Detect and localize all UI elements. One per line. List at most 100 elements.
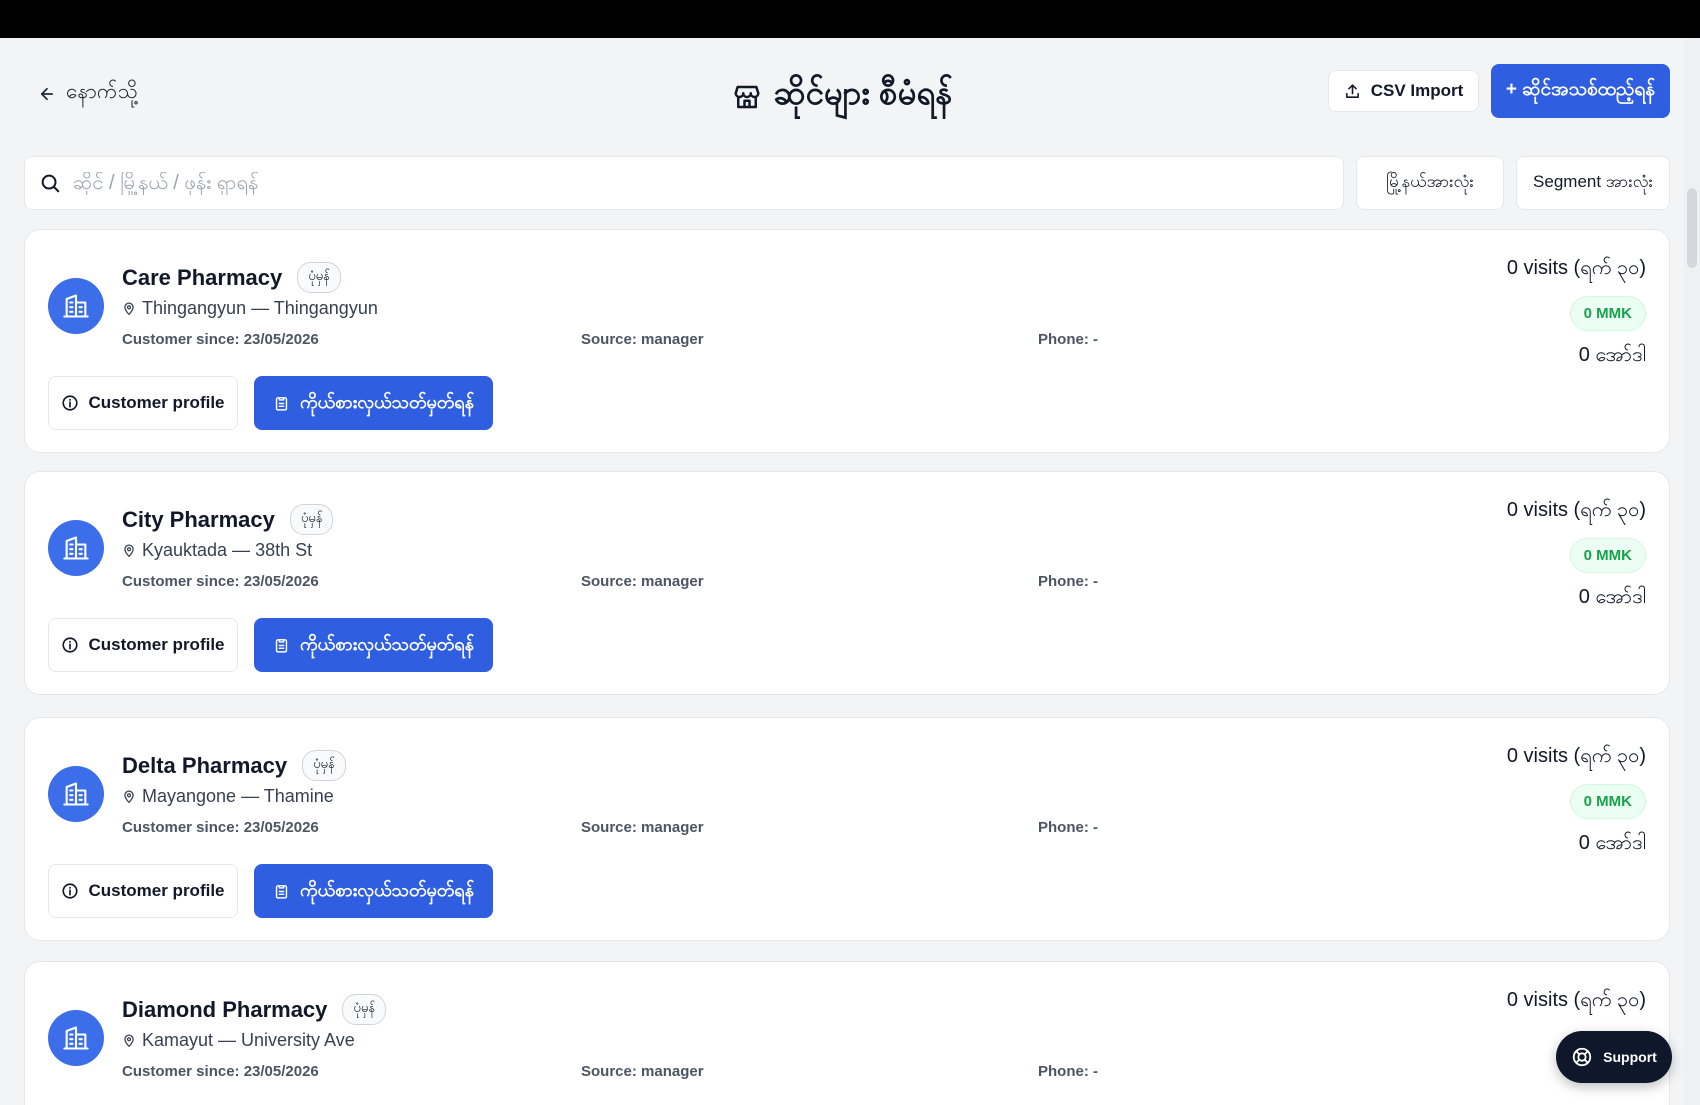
store-location: Mayangone — Thamine	[122, 786, 334, 807]
customer-since: Customer since: 23/05/2026	[122, 573, 319, 590]
store-card: City Pharmacy ပုံမှန် Kyauktada — 38th S…	[24, 471, 1670, 695]
map-pin-icon	[124, 302, 134, 315]
lifebuoy-icon	[1573, 1047, 1592, 1067]
amount-badge: 0 MMK	[1569, 538, 1646, 573]
building-icon	[63, 782, 89, 806]
search-icon	[41, 174, 60, 193]
store-name: Diamond Pharmacy	[122, 996, 328, 1022]
building-icon	[63, 536, 89, 560]
avatar	[48, 1010, 104, 1066]
store-icon	[734, 85, 760, 108]
page-title-text: ဆိုင်များ စီမံရန်	[773, 74, 953, 111]
store-title-row: Diamond Pharmacy ပုံမှန်	[122, 994, 386, 1025]
store-title-row: City Pharmacy ပုံမှန်	[122, 504, 334, 535]
assign-rep-label: ကိုယ်စားလှယ်သတ်မှတ်ရန်	[300, 633, 474, 654]
segment-badge: ပုံမှန်	[289, 504, 334, 535]
visits-count: 0 visits (ရက် ၃၀)	[1506, 257, 1646, 279]
store-name: Delta Pharmacy	[122, 752, 288, 778]
store-card: Care Pharmacy ပုံမှန် Thingangyun — Thin…	[24, 229, 1670, 453]
assign-rep-label: ကိုယ်စားလှယ်သတ်မှတ်ရန်	[300, 879, 474, 900]
store-location: Kyauktada — 38th St	[122, 540, 312, 561]
source-text: Source: manager	[581, 1063, 704, 1080]
phone-text: Phone: -	[1038, 331, 1098, 348]
map-pin-icon	[124, 790, 134, 803]
building-icon	[63, 294, 89, 318]
location-text: Kyauktada — 38th St	[142, 540, 313, 560]
phone-text: Phone: -	[1038, 573, 1098, 590]
map-pin-icon	[124, 544, 134, 557]
store-stats: 0 visits (ရက် ၃၀) 0 MMK 0 အော်ဒါ	[1507, 254, 1646, 371]
support-button[interactable]: Support	[1556, 1031, 1672, 1083]
amount-badge: 0 MMK	[1569, 784, 1646, 819]
top-bar	[0, 0, 1700, 38]
customer-profile-label: Customer profile	[88, 393, 225, 412]
assign-rep-label: ကိုယ်စားလှယ်သတ်မှတ်ရန်	[300, 391, 474, 412]
customer-since: Customer since: 23/05/2026	[122, 331, 319, 348]
customer-profile-label: Customer profile	[88, 635, 225, 654]
info-icon	[62, 395, 79, 411]
avatar	[48, 766, 104, 822]
store-card: Diamond Pharmacy ပုံမှန် Kamayut — Unive…	[24, 961, 1670, 1105]
store-stats: 0 visits (ရက် ၃၀) 0 MMK 0 အော်ဒါ	[1507, 496, 1646, 613]
store-name: City Pharmacy	[122, 506, 275, 532]
segment-filter-value: Segment အားလုံး	[1533, 171, 1653, 191]
upload-icon	[1345, 83, 1359, 98]
source-text: Source: manager	[581, 331, 704, 348]
clipboard-icon	[275, 396, 288, 411]
support-label: Support	[1603, 1049, 1657, 1065]
search-box	[24, 156, 1344, 210]
info-icon	[62, 637, 79, 653]
visits-count: 0 visits (ရက် ၃၀)	[1506, 745, 1646, 767]
assign-rep-button[interactable]: ကိုယ်စားလှယ်သတ်မှတ်ရန်	[254, 864, 493, 918]
city-filter-select[interactable]: မြို့နယ်အားလုံး	[1356, 156, 1504, 210]
source-text: Source: manager	[581, 819, 704, 836]
customer-profile-button[interactable]: Customer profile	[48, 376, 238, 430]
customer-profile-button[interactable]: Customer profile	[48, 618, 238, 672]
csv-import-label: CSV Import	[1370, 81, 1464, 100]
avatar	[48, 520, 104, 576]
visits-count: 0 visits (ရက် ၃၀)	[1506, 499, 1646, 521]
add-store-button[interactable]: + ဆိုင်အသစ်ထည့်ရန်	[1491, 64, 1670, 118]
csv-import-button[interactable]: CSV Import	[1328, 70, 1479, 112]
store-name: Care Pharmacy	[122, 264, 283, 290]
page-header: နောက်သို့ ဆိုင်များ စီမံရန် CSV Import +…	[0, 38, 1684, 148]
phone-text: Phone: -	[1038, 1063, 1098, 1080]
orders-count: 0 အော်ဒါ	[1578, 586, 1646, 608]
map-pin-icon	[124, 1034, 134, 1047]
segment-badge: ပုံမှန်	[342, 994, 386, 1025]
location-text: Kamayut — University Ave	[142, 1030, 355, 1050]
store-title-row: Care Pharmacy ပုံမှန်	[122, 262, 341, 293]
store-card: Delta Pharmacy ပုံမှန် Mayangone — Thami…	[24, 717, 1670, 941]
segment-badge: ပုံမှန်	[302, 750, 346, 781]
scrollbar-thumb[interactable]	[1687, 188, 1697, 268]
clipboard-icon	[275, 638, 288, 653]
store-stats: 0 visits (ရက် ၃၀) 0 MMK 0 အော်ဒါ	[1507, 742, 1646, 859]
scrollbar[interactable]	[1684, 38, 1700, 1105]
store-location: Kamayut — University Ave	[122, 1030, 355, 1051]
city-filter-value: မြို့နယ်အားလုံး	[1386, 171, 1474, 191]
add-store-label: + ဆိုင်အသစ်ထည့်ရန်	[1505, 79, 1656, 100]
orders-count: 0 အော်ဒါ	[1578, 832, 1646, 854]
segment-filter-select[interactable]: Segment အားလုံး	[1516, 156, 1670, 210]
amount-badge: 0 MMK	[1569, 296, 1646, 331]
location-text: Mayangone — Thamine	[142, 786, 334, 806]
customer-since: Customer since: 23/05/2026	[122, 1063, 319, 1080]
customer-profile-label: Customer profile	[88, 881, 225, 900]
location-text: Thingangyun — Thingangyun	[142, 298, 378, 318]
assign-rep-button[interactable]: ကိုယ်စားလှယ်သတ်မှတ်ရန်	[254, 376, 493, 430]
store-stats: 0 visits (ရက် ၃၀)	[1507, 986, 1646, 1016]
segment-badge: ပုံမှန်	[297, 262, 341, 293]
avatar	[48, 278, 104, 334]
search-input[interactable]	[73, 171, 1273, 195]
store-location: Thingangyun — Thingangyun	[122, 298, 378, 319]
visits-count: 0 visits (ရက် ၃၀)	[1506, 989, 1646, 1011]
customer-profile-button[interactable]: Customer profile	[48, 864, 238, 918]
source-text: Source: manager	[581, 573, 704, 590]
customer-since: Customer since: 23/05/2026	[122, 819, 319, 836]
building-icon	[63, 1026, 89, 1050]
clipboard-icon	[275, 884, 288, 899]
store-title-row: Delta Pharmacy ပုံမှန်	[122, 750, 346, 781]
orders-count: 0 အော်ဒါ	[1578, 344, 1646, 366]
assign-rep-button[interactable]: ကိုယ်စားလှယ်သတ်မှတ်ရန်	[254, 618, 493, 672]
info-icon	[62, 883, 79, 899]
